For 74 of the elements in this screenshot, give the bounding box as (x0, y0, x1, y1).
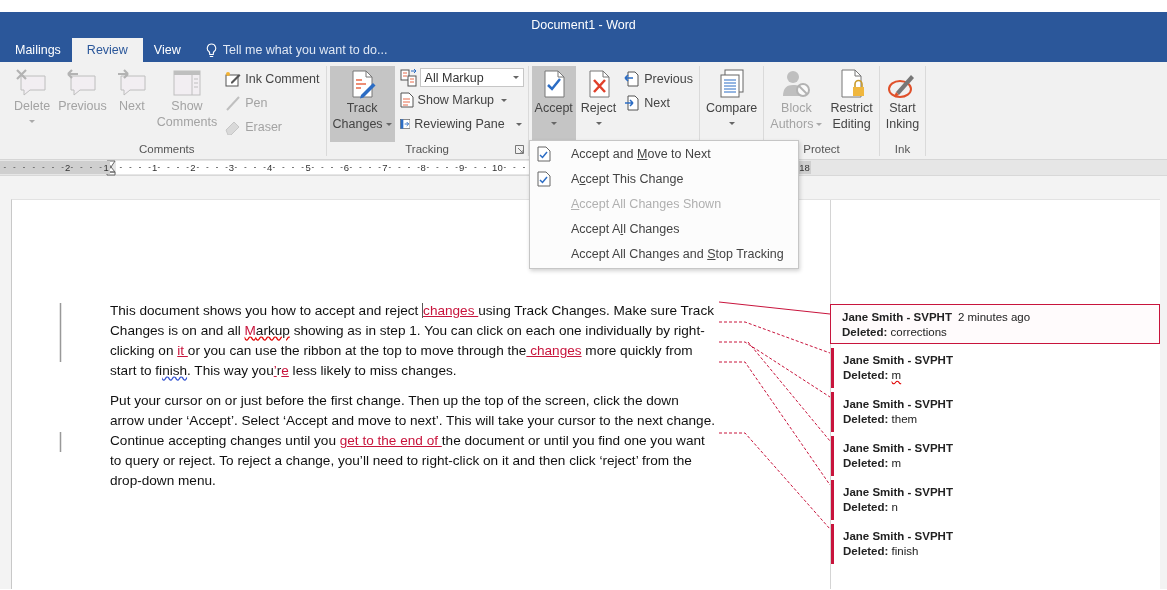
group-label: Tracking (405, 143, 449, 155)
caret-icon (816, 123, 823, 127)
window-title: Document1 - Word (531, 18, 636, 32)
change-label: Deleted: (843, 369, 889, 381)
author-name: Jane Smith - SVPHT (843, 354, 953, 366)
tell-me-field[interactable]: Tell me what you want to do... (205, 38, 388, 62)
comment-balloon[interactable]: Jane Smith - SVPHT Deleted: m (831, 436, 1160, 476)
caret-icon (728, 122, 735, 125)
comment-balloon[interactable]: Jane Smith - SVPHT Deleted: m (831, 348, 1160, 388)
document-icon (399, 92, 414, 108)
change-label: Deleted: (843, 545, 889, 557)
ribbon-tab[interactable]: View (144, 38, 190, 62)
pen-icon (225, 95, 242, 111)
caret-icon (29, 120, 36, 123)
paragraph: This document shows you how to accept and reject changes using Track Changes. Make sure Track Changes is on and all Markup showing as in step 1. You can click on each one individually by right-clicking on it or you can use the ribbon at the top to move through the changes more quickly from start to finish. This way you’re less likely to miss changes. (110, 302, 715, 380)
change-label: Deleted: (843, 457, 889, 469)
deleted-text: m (891, 457, 902, 469)
blocked-person-icon (780, 68, 813, 100)
change-label: Deleted: (842, 326, 888, 338)
menu-item[interactable]: Accept All Changes and Stop Tracking (530, 241, 798, 266)
author-name: Jane Smith - SVPHT (843, 398, 953, 410)
previous-change-icon (624, 71, 641, 87)
show-markup-button[interactable]: Show Markup (396, 89, 525, 111)
menu-item[interactable]: Accept This Change (530, 166, 798, 192)
ribbon-tab[interactable]: Mailings (6, 38, 70, 62)
caret-icon (385, 123, 392, 127)
author-name: Jane Smith - SVPHT (842, 311, 952, 323)
comments-pane-icon (171, 68, 203, 98)
start-inking-button[interactable]: Start Inking (882, 66, 923, 142)
reviewing-pane-icon (399, 116, 411, 132)
deleted-text: m (891, 369, 902, 381)
paragraph: Put your cursor on or just before the first change. Then up the top of the screen, click the down arrow under ‘Accept’. Select ‘Accept and move to next’. This will take your cursor to the next change. Continue accepting changes until you get to the end of the document or until you find one you want to query or reject. To reject a change, you’ll need to right-click on it and then click ‘reject’ from the drop-down menu. (110, 392, 716, 490)
caret-icon (550, 122, 557, 125)
deleted-text: finish (891, 545, 919, 557)
group-label: Ink (894, 143, 911, 155)
caret-icon (501, 98, 508, 102)
document-check-icon (537, 146, 551, 163)
next-change-icon (624, 95, 641, 111)
markup-dropdown[interactable]: All Markup (419, 68, 524, 87)
timestamp: 2 minutes ago (957, 311, 1031, 323)
ink-comment-button[interactable]: Ink Comment (222, 68, 323, 90)
change-label: Deleted: (843, 501, 889, 513)
document-check-icon (537, 171, 551, 188)
author-name: Jane Smith - SVPHT (843, 486, 953, 498)
next-change-button[interactable]: Next (621, 92, 696, 114)
comment-balloon[interactable]: Jane Smith - SVPHT Deleted: finish (831, 524, 1160, 564)
ruler-number: 1 (102, 161, 110, 174)
dialog-launcher-icon (514, 145, 524, 154)
reviewing-pane-button[interactable]: Reviewing Pane (396, 113, 525, 135)
author-name: Jane Smith - SVPHT (843, 442, 953, 454)
track-changes-button[interactable]: Track Changes (329, 66, 395, 142)
ribbon-tab[interactable]: Review (71, 38, 143, 62)
group-label: Protect (803, 143, 840, 155)
deleted-text: n (891, 501, 898, 513)
comment-balloon[interactable]: Jane Smith - SVPHT Deleted: them (831, 392, 1160, 432)
accept-button[interactable]: Accept (531, 66, 576, 142)
menu-item[interactable]: Accept All Changes (530, 216, 798, 242)
previous-change-button[interactable]: Previous (621, 68, 696, 90)
restrict-editing-button[interactable]: Restrict Editing (827, 66, 876, 142)
deleted-text: corrections (890, 326, 947, 338)
deleted-text: them (891, 413, 918, 425)
author-name: Jane Smith - SVPHT (843, 530, 953, 542)
caret-icon (512, 76, 519, 79)
eraser-icon (225, 119, 242, 135)
change-label: Deleted: (843, 413, 889, 425)
lightbulb-icon (205, 42, 217, 58)
comment-balloon[interactable]: Jane Smith - SVPHT 2 minutes ago Deleted: corrections (830, 304, 1160, 344)
group-label: Comments (138, 143, 195, 155)
menu-item[interactable]: Accept and Move to Next (530, 142, 798, 167)
caret-icon (515, 122, 522, 126)
ink-comment-icon (225, 71, 242, 87)
comment-balloon[interactable]: Jane Smith - SVPHT Deleted: n (831, 480, 1160, 520)
compare-markup-icon (399, 68, 418, 87)
caret-icon (595, 122, 602, 125)
